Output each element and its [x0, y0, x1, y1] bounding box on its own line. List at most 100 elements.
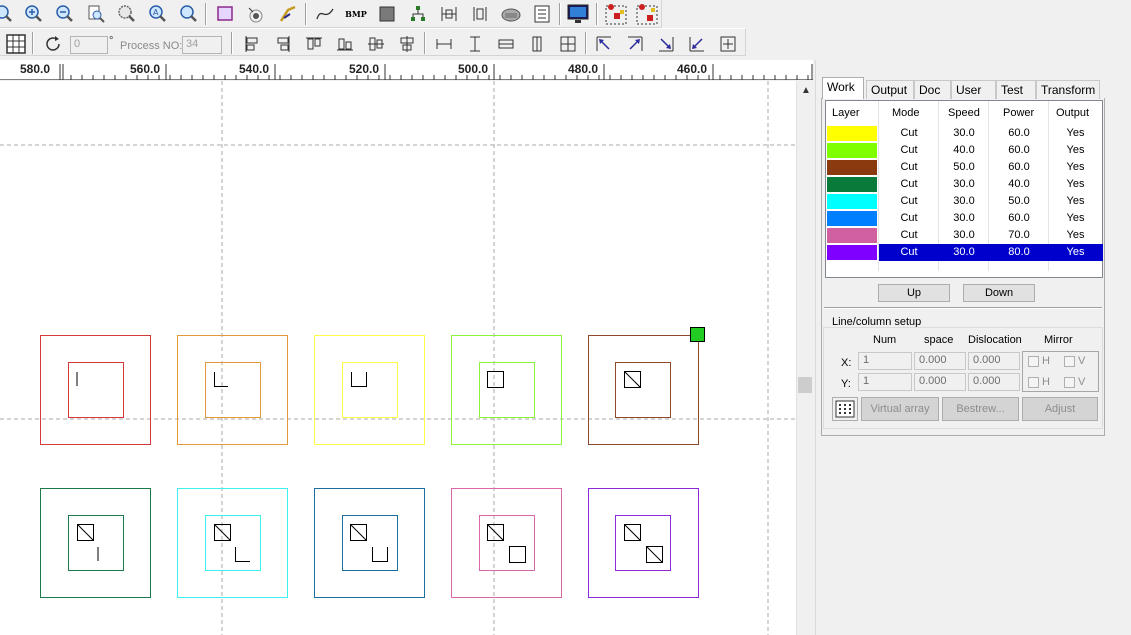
speed-cell: 30.0 [953, 127, 975, 139]
adjust-button[interactable]: Adjust [1022, 397, 1098, 421]
dimension-icon[interactable] [468, 2, 492, 26]
table-row[interactable]: Cut 30.0 40.0 Yes [826, 176, 1102, 193]
fill-icon[interactable] [375, 2, 399, 26]
y-mirror-h-checkbox[interactable] [1028, 377, 1039, 388]
path-tool-icon[interactable] [276, 2, 300, 26]
align-hcenter-icon[interactable] [364, 32, 388, 56]
x-mirror-h-checkbox[interactable] [1028, 356, 1039, 367]
y-space-input[interactable]: 0.000 [914, 373, 966, 391]
table-row[interactable]: Cut 30.0 70.0 Yes [826, 227, 1102, 244]
laser-head-2-icon[interactable] [635, 2, 659, 26]
move-bottom-right-icon[interactable] [654, 32, 678, 56]
move-top-right-icon[interactable] [623, 32, 647, 56]
x-mirror-v-checkbox[interactable] [1064, 356, 1075, 367]
mode-cell: Cut [900, 127, 918, 139]
tab-user[interactable]: User [951, 80, 996, 99]
same-size-h-icon[interactable] [494, 32, 518, 56]
curve-icon[interactable] [313, 2, 337, 26]
same-size-v-icon[interactable] [525, 32, 549, 56]
table-row[interactable]: Cut 40.0 60.0 Yes [826, 142, 1102, 159]
y-mirror-h-label: H [1042, 376, 1050, 388]
align-top-icon[interactable] [302, 32, 326, 56]
rotate-icon[interactable] [42, 32, 66, 56]
align-right-icon[interactable] [271, 32, 295, 56]
table-row[interactable]: Cut 50.0 60.0 Yes [826, 159, 1102, 176]
output-cell: Yes [1066, 212, 1085, 224]
move-center-icon[interactable] [716, 32, 740, 56]
move-top-left-icon[interactable] [592, 32, 616, 56]
zoom-auto-icon[interactable]: A [146, 2, 170, 26]
list-icon[interactable] [530, 2, 554, 26]
output-cell: Yes [1066, 161, 1085, 173]
scroll-up-icon[interactable]: ▲ [801, 85, 811, 96]
table-row[interactable]: Cut 30.0 80.0 Yes [826, 244, 1103, 261]
table-row[interactable]: Cut 30.0 50.0 Yes [826, 193, 1102, 210]
tab-transform[interactable]: Transform [1036, 80, 1100, 99]
align-vcenter-icon[interactable] [395, 32, 419, 56]
tab-work[interactable]: Work [822, 77, 864, 99]
zoom-in-partial-icon[interactable] [0, 2, 16, 26]
output-cell: Yes [1066, 229, 1085, 241]
col-space-label: space [924, 334, 954, 346]
shape-group-pink [451, 488, 562, 598]
x-num-input[interactable]: 1 [858, 352, 912, 370]
mode-cell: Cut [900, 161, 918, 173]
process-no-input[interactable]: 34 [182, 36, 222, 54]
y-num-input[interactable]: 1 [858, 373, 912, 391]
zoom-out-icon[interactable] [53, 2, 77, 26]
bestrew-button[interactable]: Bestrew... [942, 397, 1019, 421]
vertical-scrollbar[interactable]: ▲ [796, 81, 813, 635]
same-height-icon[interactable] [463, 32, 487, 56]
cloud-icon[interactable] [499, 2, 523, 26]
monitor-icon[interactable] [566, 2, 590, 26]
output-cell: Yes [1066, 178, 1085, 190]
rotate-angle-input[interactable]: 0 [70, 36, 108, 54]
scroll-thumb[interactable] [798, 377, 812, 393]
array-settings-button[interactable] [832, 397, 858, 421]
layer-color-swatch [827, 143, 877, 158]
x-dislocation-input[interactable]: 0.000 [968, 352, 1020, 370]
shape-group-dark-green [40, 488, 151, 598]
down-button[interactable]: Down [963, 284, 1035, 302]
speed-cell: 30.0 [953, 229, 975, 241]
tab-doc[interactable]: Doc [914, 80, 951, 99]
zoom-page-icon[interactable] [84, 2, 108, 26]
col-num-label: Num [873, 334, 897, 346]
shape-group-orange [177, 335, 288, 445]
same-width-icon[interactable] [432, 32, 456, 56]
tree-icon[interactable] [406, 2, 430, 26]
mode-cell: Cut [900, 246, 918, 258]
shape-group-yellow [314, 335, 425, 445]
main-toolbar: A BMP [0, 0, 662, 28]
align-bottom-icon[interactable] [333, 32, 357, 56]
bmp-icon[interactable]: BMP [344, 2, 368, 26]
up-button[interactable]: Up [878, 284, 950, 302]
rectangle-select-icon[interactable] [213, 2, 237, 26]
table-row[interactable]: Cut 30.0 60.0 Yes [826, 210, 1102, 227]
drawing-canvas[interactable] [0, 81, 796, 635]
ruler-label: 560.0 [130, 62, 161, 76]
laser-head-icon[interactable] [604, 2, 628, 26]
y-dislocation-input[interactable]: 0.000 [968, 373, 1020, 391]
tab-output[interactable]: Output [866, 80, 914, 99]
tab-test[interactable]: Test [996, 80, 1036, 99]
table-row[interactable]: Cut 30.0 60.0 Yes [826, 125, 1102, 142]
array-grid-icon [835, 400, 855, 418]
speed-cell: 40.0 [953, 144, 975, 156]
zoom-in-icon[interactable] [22, 2, 46, 26]
move-bottom-left-icon[interactable] [685, 32, 709, 56]
x-space-input[interactable]: 0.000 [914, 352, 966, 370]
array-grid-icon[interactable] [4, 32, 28, 56]
y-mirror-v-checkbox[interactable] [1064, 377, 1075, 388]
canvas-drawing [0, 81, 796, 635]
shape-group-cyan [177, 488, 288, 598]
distance-icon[interactable] [437, 2, 461, 26]
align-left-icon[interactable] [240, 32, 264, 56]
zoom-select-icon[interactable] [115, 2, 139, 26]
y-mirror-v-label: V [1078, 376, 1086, 388]
center-icon[interactable] [556, 32, 580, 56]
node-edit-icon[interactable] [244, 2, 268, 26]
virtual-array-button[interactable]: Virtual array [861, 397, 939, 421]
mode-cell: Cut [900, 178, 918, 190]
zoom-magnify-icon[interactable] [177, 2, 201, 26]
